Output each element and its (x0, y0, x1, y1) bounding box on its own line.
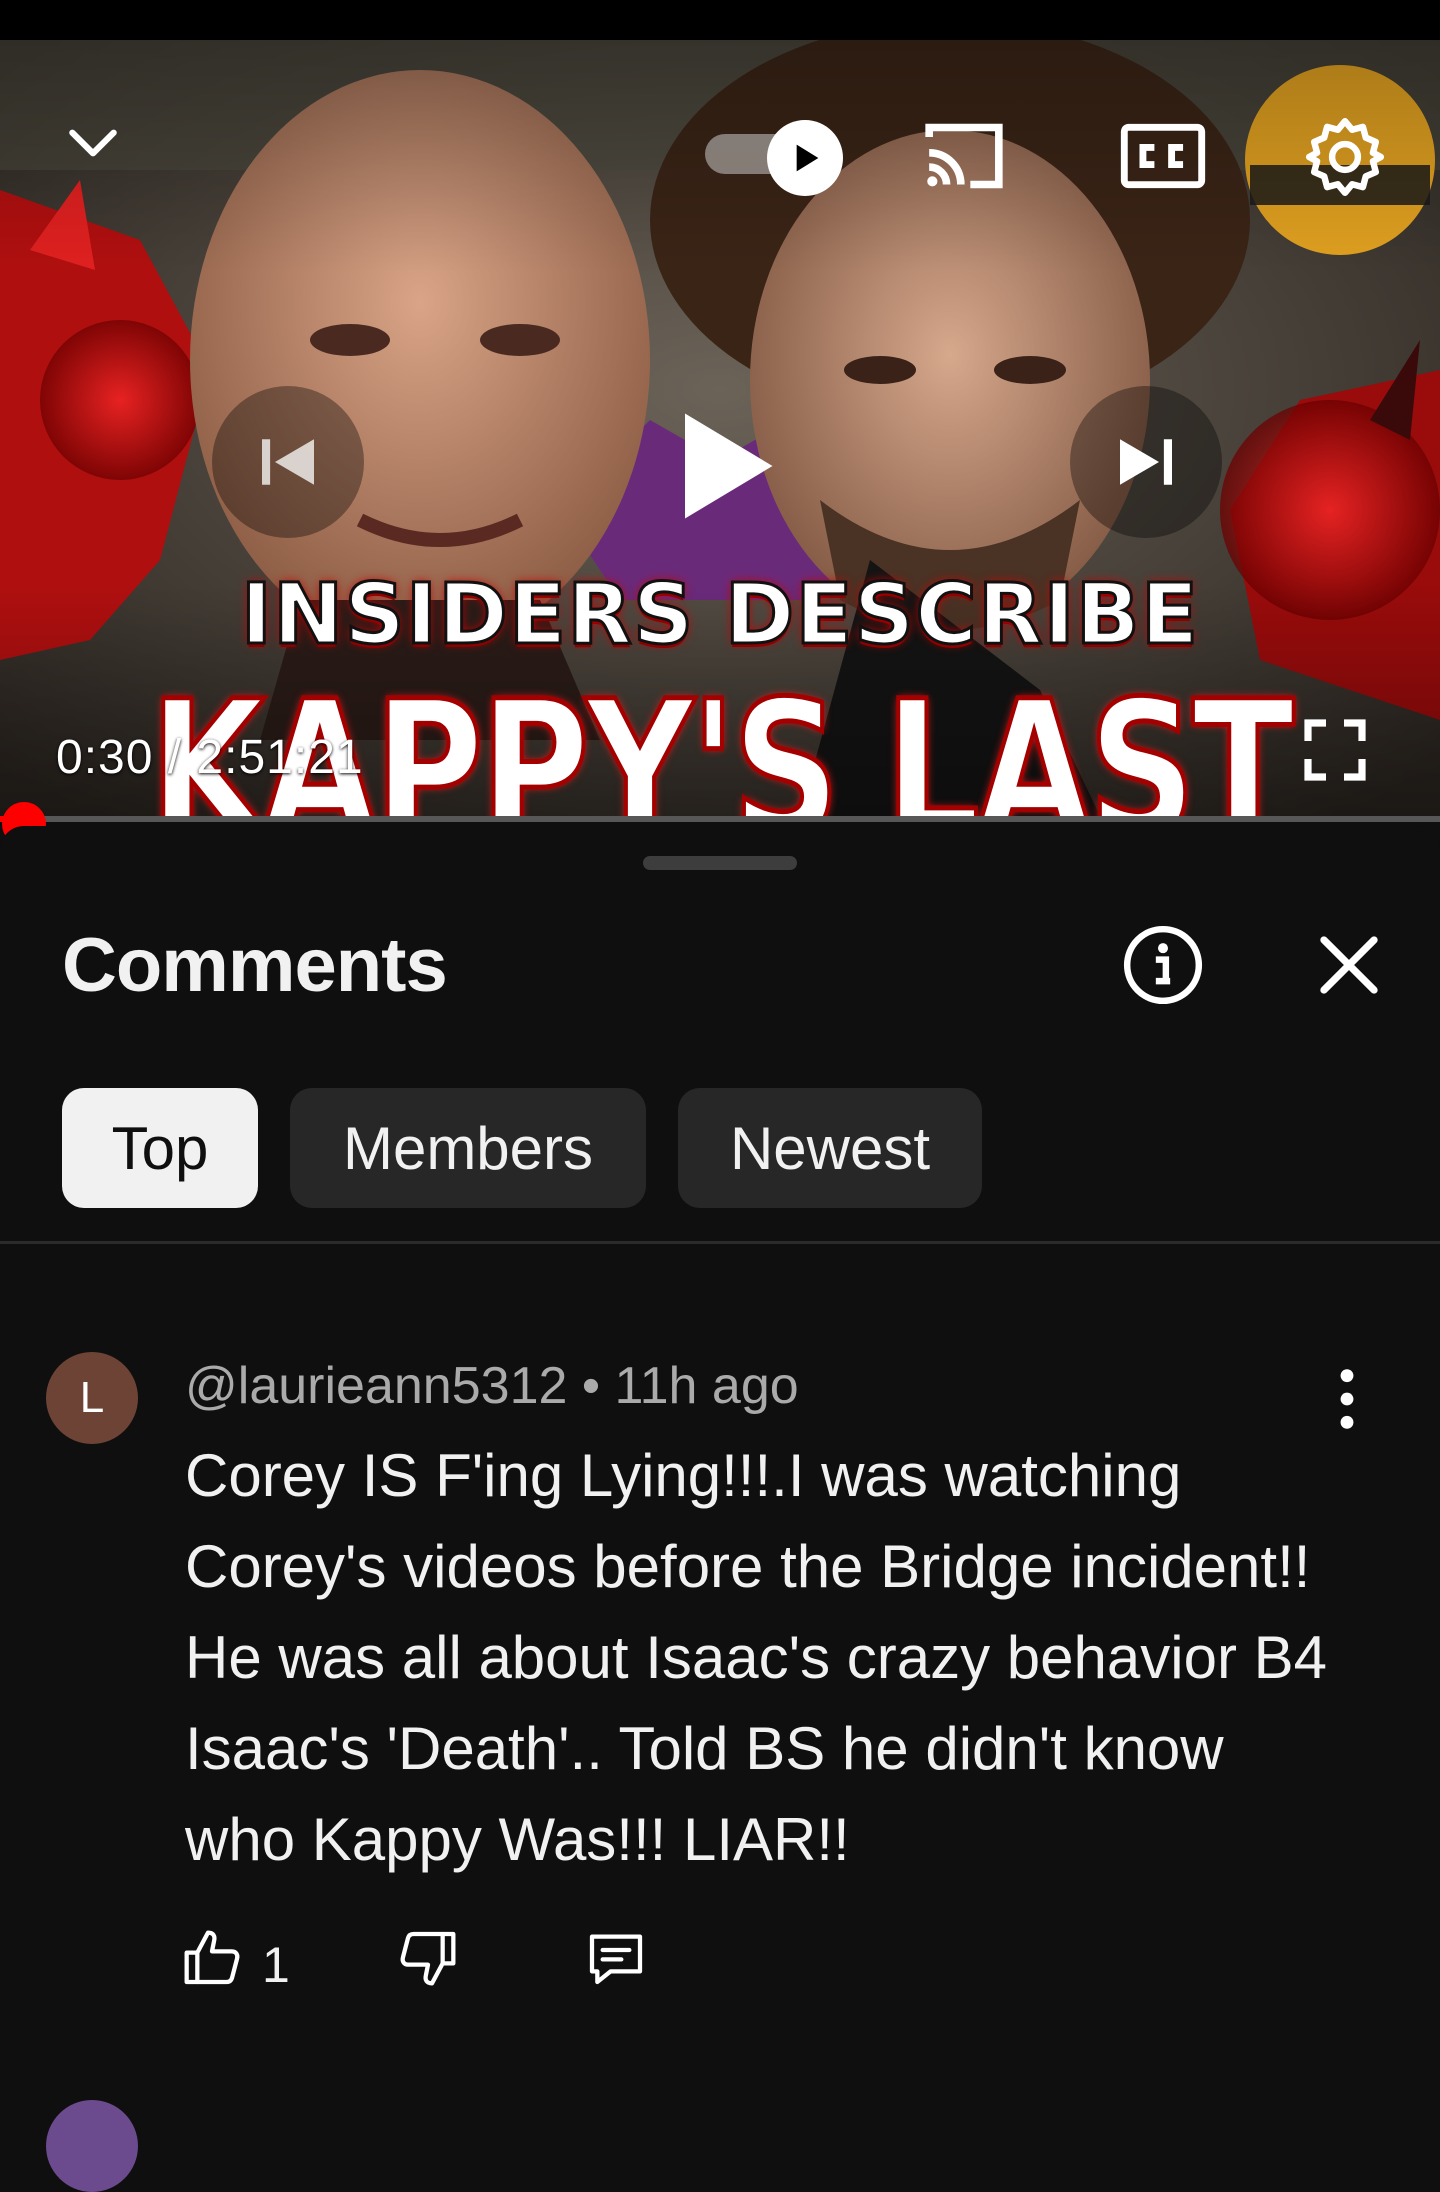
comment-time: 11h ago (614, 1357, 799, 1415)
comment-author[interactable]: @laurieann5312 (185, 1357, 567, 1415)
close-comments-button[interactable] (1306, 922, 1392, 1008)
next-comment-avatar[interactable] (46, 2100, 138, 2192)
more-vertical-icon (1340, 1369, 1354, 1429)
filter-divider (0, 1241, 1440, 1244)
previous-icon (262, 439, 314, 485)
filter-chip-newest[interactable]: Newest (678, 1088, 982, 1208)
comments-panel: Comments Top Members Newest L @laurieann… (0, 826, 1440, 2192)
filter-chip-top[interactable]: Top (62, 1088, 258, 1208)
fullscreen-icon (1304, 719, 1366, 781)
chevron-down-icon (69, 129, 117, 157)
reply-button[interactable] (584, 1926, 654, 1996)
thumbs-down-icon (400, 1931, 456, 1986)
next-video-button[interactable] (1070, 386, 1222, 538)
autoplay-toggle-icon (796, 144, 819, 172)
reply-comment-icon (589, 1934, 643, 1985)
drag-handle[interactable] (643, 856, 797, 870)
status-bar (0, 0, 1440, 40)
autoplay-toggle[interactable] (705, 120, 845, 196)
comment-text: Corey IS F'ing Lying!!!.I was watching C… (185, 1442, 1328, 1873)
meta-separator: • (581, 1357, 601, 1415)
closed-captions-button[interactable] (1118, 118, 1208, 194)
thumbnail-headline-top: INSIDERS DESCRIBE (239, 564, 1200, 665)
next-icon (1120, 439, 1172, 485)
comments-info-button[interactable] (1120, 922, 1206, 1008)
settings-button[interactable] (1300, 112, 1390, 202)
like-count: 1 (262, 1937, 290, 1993)
filter-chip-members[interactable]: Members (290, 1088, 646, 1208)
previous-video-button[interactable] (212, 386, 364, 538)
cast-icon (925, 123, 1003, 189)
play-button[interactable] (640, 386, 800, 546)
comments-title: Comments (62, 923, 448, 1008)
like-button[interactable] (180, 1926, 250, 1996)
comment-meta: @laurieann5312 • 11h ago (185, 1356, 799, 1416)
thumbs-up-icon (184, 1930, 240, 1985)
video-time-display: 0:30 / 2:51:21 (56, 731, 364, 784)
comment-more-button[interactable] (1322, 1364, 1372, 1434)
settings-icon (1305, 117, 1385, 197)
play-icon (685, 413, 773, 519)
fullscreen-button[interactable] (1290, 710, 1380, 790)
closed-captions-icon (1120, 123, 1206, 189)
close-icon (1320, 936, 1378, 994)
autoplay-knob (767, 120, 843, 196)
info-icon (1123, 925, 1203, 1005)
avatar[interactable]: L (46, 1352, 138, 1444)
minimize-player-button[interactable] (58, 108, 128, 178)
dislike-button[interactable] (396, 1926, 466, 1996)
cast-button[interactable] (916, 116, 1012, 196)
video-player[interactable]: INSIDERS DESCRIBE KAPPY'S LAST DAYS!! (0, 40, 1440, 816)
video-progress-bar[interactable] (0, 816, 1440, 822)
